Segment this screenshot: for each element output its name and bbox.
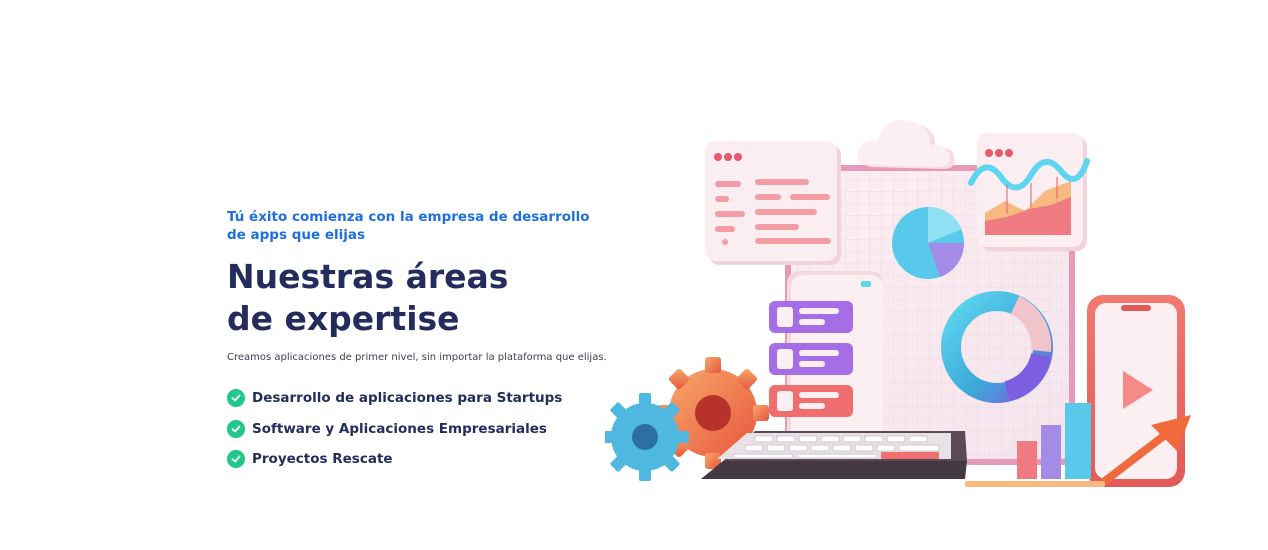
- check-circle-icon: [227, 450, 245, 469]
- gear-icon: [605, 393, 689, 481]
- pie-chart-icon: [892, 206, 964, 279]
- cloud-icon: [857, 119, 955, 169]
- check-circle-icon: [227, 389, 245, 408]
- feature-list: Desarrollo de aplicaciones para Startups…: [227, 383, 627, 475]
- area-chart-card: [968, 133, 1090, 251]
- feature-label: Proyectos Rescate: [252, 451, 393, 468]
- feature-label: Desarrollo de aplicaciones para Startups: [252, 390, 563, 407]
- hero-subtitle: Creamos aplicaciones de primer nivel, si…: [227, 352, 607, 363]
- feature-item-enterprise: Software y Aplicaciones Empresariales: [227, 414, 627, 445]
- feature-item-startups: Desarrollo de aplicaciones para Startups: [227, 383, 627, 414]
- feature-label: Software y Aplicaciones Empresariales: [252, 420, 547, 437]
- hero-eyebrow: Tú éxito comienza con la empresa de desa…: [227, 209, 590, 243]
- feature-item-rescue: Proyectos Rescate: [227, 444, 627, 475]
- check-circle-icon: [227, 419, 245, 438]
- code-card: [705, 141, 841, 265]
- hero-title: Nuestras áreas de expertise: [227, 257, 509, 338]
- hero-text: Tú éxito comienza con la empresa de desa…: [227, 208, 627, 475]
- app-development-illustration: [605, 95, 1205, 495]
